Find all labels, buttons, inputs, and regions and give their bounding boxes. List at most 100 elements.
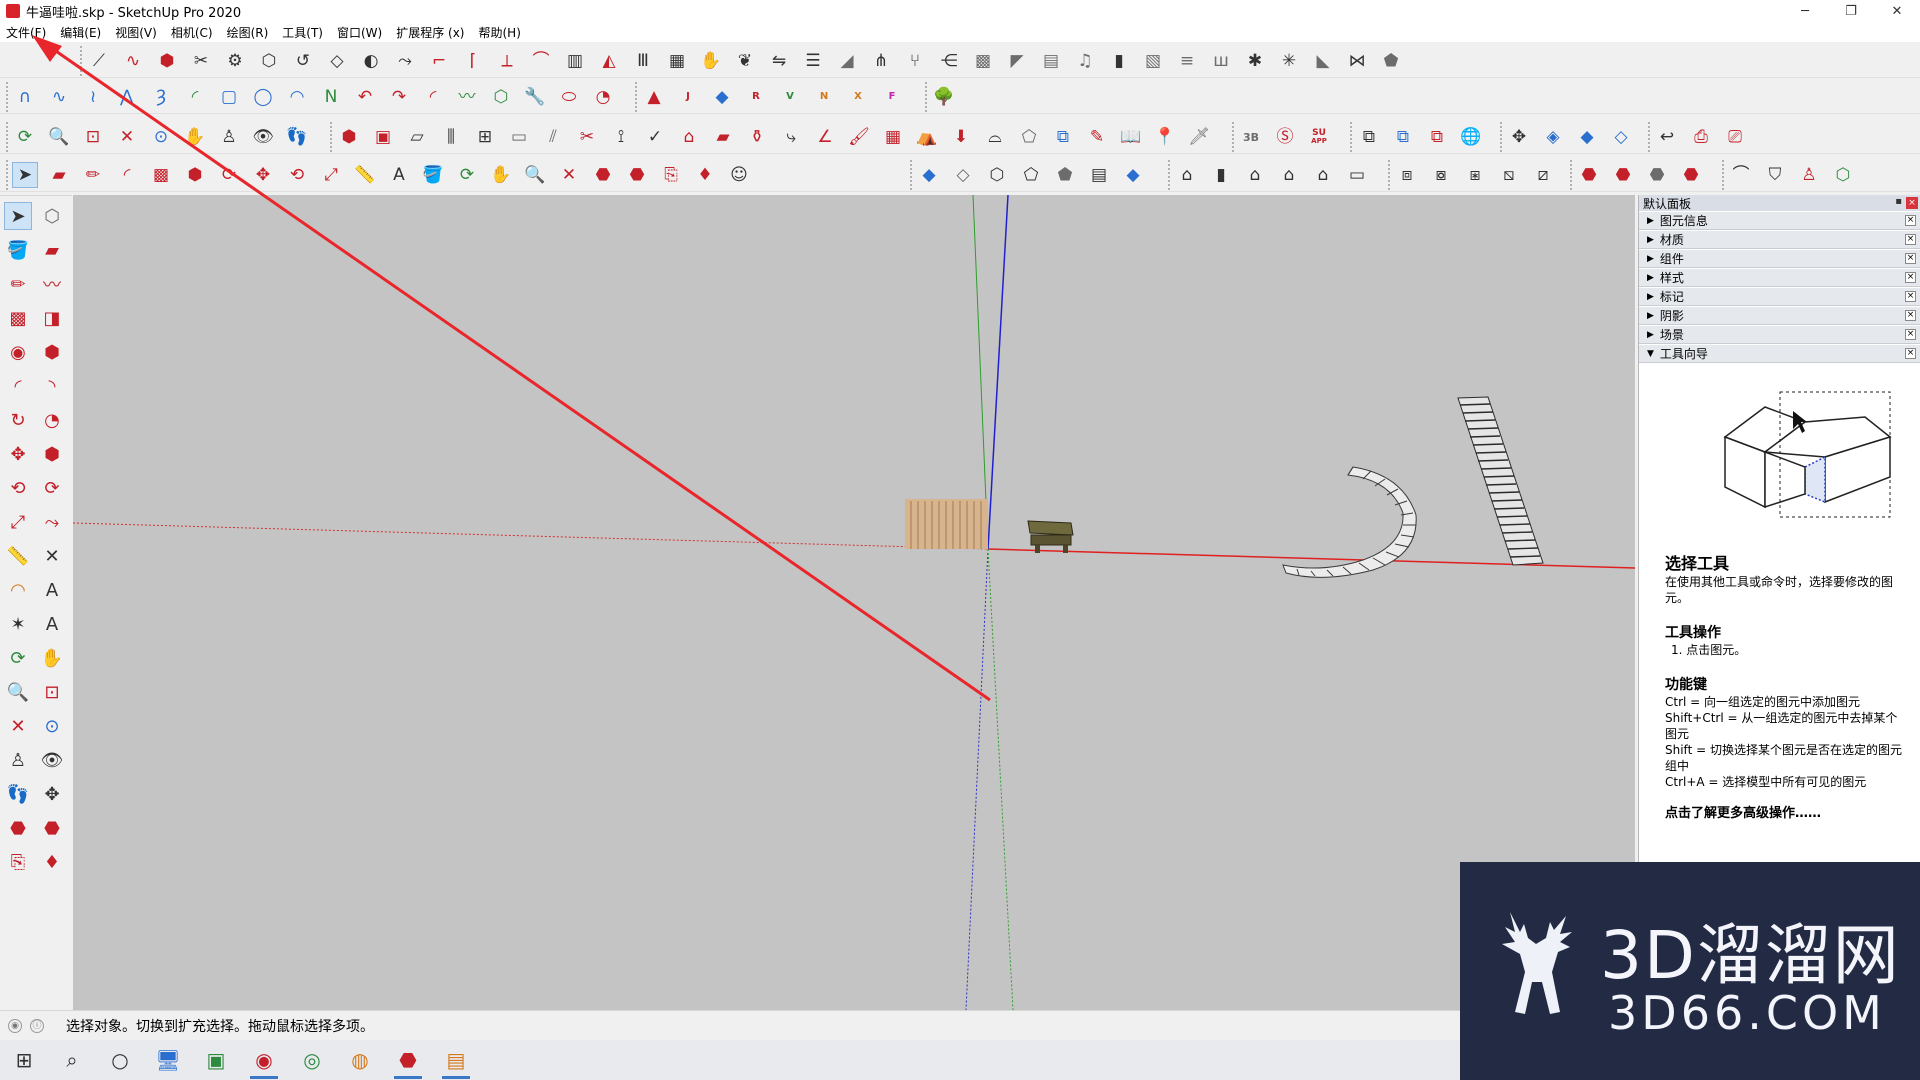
rotate-icon[interactable]: ⟲ xyxy=(284,162,310,188)
panel-materials[interactable]: ▶ 材质 × xyxy=(1639,230,1920,249)
menu-edit[interactable]: 编辑(E) xyxy=(60,24,101,41)
panel-scenes[interactable]: ▶ 场景 × xyxy=(1639,325,1920,344)
arc-left-icon[interactable]: ◜ xyxy=(4,372,32,400)
guide-more-link[interactable]: 点击了解更多高级操作…… xyxy=(1665,806,1902,822)
pan-tool-icon[interactable]: ✋ xyxy=(488,162,514,188)
mesh-icon[interactable]: ▩ xyxy=(970,48,996,74)
bezier-icon[interactable]: ∩ xyxy=(12,84,38,110)
spline-icon[interactable]: ∿ xyxy=(46,84,72,110)
top-view-icon[interactable]: ▮ xyxy=(1208,162,1234,188)
line-tool-icon[interactable]: ✏ xyxy=(4,270,32,298)
search-icon[interactable]: ⌕ xyxy=(48,1040,96,1080)
eraser-left-icon[interactable]: ▰ xyxy=(38,236,66,264)
paint-icon[interactable]: 🖌 xyxy=(846,124,872,150)
music-shape-icon[interactable]: ♫ xyxy=(1072,48,1098,74)
panel-instructor[interactable]: ▼ 工具向导 × xyxy=(1639,344,1920,363)
position-camera-left-icon[interactable]: ♙ xyxy=(4,746,32,774)
flip-icon[interactable]: ⇋ xyxy=(766,48,792,74)
move-axes-icon[interactable]: ✥ xyxy=(1506,124,1532,150)
rectangle-icon[interactable]: ▢ xyxy=(216,84,242,110)
select-arrow-icon[interactable]: ➤ xyxy=(12,162,38,188)
frame-icon[interactable]: ▥ xyxy=(562,48,588,74)
tape-left-icon[interactable]: 📏 xyxy=(4,542,32,570)
gear-shape-icon[interactable]: ⚙ xyxy=(222,48,248,74)
extend-icon[interactable]: ⟂ xyxy=(494,48,520,74)
ramp-icon[interactable]: ◤ xyxy=(1004,48,1030,74)
rectangle-tool-icon[interactable]: ▩ xyxy=(4,304,32,332)
menu-extensions[interactable]: 扩展程序 (x) xyxy=(396,24,464,41)
orbit-tool-icon[interactable]: ⟳ xyxy=(454,162,480,188)
look-around-left-icon[interactable]: 👁 xyxy=(38,746,66,774)
tray-close-icon[interactable]: × xyxy=(1906,197,1918,209)
straight-staircase-model[interactable] xyxy=(1457,396,1544,566)
axis-n-icon[interactable]: N xyxy=(811,84,837,110)
3b-icon[interactable]: 3B xyxy=(1238,124,1264,150)
zoom-window-left-icon[interactable]: ⊡ xyxy=(38,678,66,706)
axis-x-icon[interactable]: X xyxy=(845,84,871,110)
layers-1-icon[interactable]: ⧉ xyxy=(1356,124,1382,150)
credits-icon[interactable]: ⓘ xyxy=(30,1018,44,1033)
zoom-extents-left-icon[interactable]: ✕ xyxy=(4,712,32,740)
shell-icon[interactable]: ⬠ xyxy=(1016,124,1042,150)
pin-icon[interactable]: ▪ xyxy=(1895,196,1902,207)
wooden-stool-model[interactable] xyxy=(1027,520,1074,553)
freehand-tool-icon[interactable]: 〰 xyxy=(38,270,66,298)
menu-window[interactable]: 窗口(W) xyxy=(337,24,382,41)
radial-icon[interactable]: ✳ xyxy=(1276,48,1302,74)
follow-me-icon[interactable]: ⟳ xyxy=(216,162,242,188)
wireframe-icon[interactable]: ⬡ xyxy=(984,162,1010,188)
globe-icon[interactable]: 🌐 xyxy=(1458,124,1484,150)
dynamic-component-icon[interactable]: ♙ xyxy=(1796,162,1822,188)
curl-icon[interactable]: ↷ xyxy=(386,84,412,110)
text-tool-icon[interactable]: A xyxy=(386,162,412,188)
joint-push-icon[interactable]: ⬢ xyxy=(336,124,362,150)
arc-red-icon[interactable]: ◜ xyxy=(420,84,446,110)
zoom-tool-icon[interactable]: 🔍 xyxy=(522,162,548,188)
outer-shell-icon[interactable]: ⧈ xyxy=(1394,162,1420,188)
columns-icon[interactable]: Ⅲ xyxy=(630,48,656,74)
su-app-icon[interactable]: SU APP xyxy=(1306,124,1332,150)
archive-icon[interactable]: ▤ xyxy=(432,1040,480,1080)
comb-icon[interactable]: ш xyxy=(1208,48,1234,74)
grid-solid-icon[interactable]: ▦ xyxy=(664,48,690,74)
arc-green-icon[interactable]: ◜ xyxy=(182,84,208,110)
restore-button[interactable]: ❐ xyxy=(1828,0,1874,22)
push-pull-left-icon[interactable]: ⬢ xyxy=(38,440,66,468)
rotate-left-icon[interactable]: ⟲ xyxy=(4,474,32,502)
polyline-icon[interactable]: ⟋ xyxy=(86,48,112,74)
monochrome-icon[interactable]: ◆ xyxy=(1120,162,1146,188)
zoom-window-icon[interactable]: ⊡ xyxy=(80,124,106,150)
branch-icon[interactable]: ⑂ xyxy=(902,48,928,74)
view-right-icon[interactable]: ◇ xyxy=(1608,124,1634,150)
subtract-icon[interactable]: ⧅ xyxy=(1496,162,1522,188)
panel-close-icon[interactable]: × xyxy=(1905,253,1916,264)
offset-left-icon[interactable]: ⤳ xyxy=(38,508,66,536)
sweep-icon[interactable]: ↺ xyxy=(290,48,316,74)
fork-icon[interactable]: ⋲ xyxy=(936,48,962,74)
panel-shadows[interactable]: ▶ 阴影 × xyxy=(1639,306,1920,325)
push-up-icon[interactable]: ▲ xyxy=(641,84,667,110)
zigzag-icon[interactable]: Ν xyxy=(318,84,344,110)
move-icon[interactable]: ✥ xyxy=(250,162,276,188)
stack-icon[interactable]: ☰ xyxy=(800,48,826,74)
left-view-icon[interactable]: ▭ xyxy=(1344,162,1370,188)
green-cube-icon[interactable]: ⬡ xyxy=(1830,162,1856,188)
slope-icon[interactable]: ◢ xyxy=(834,48,860,74)
panel-close-icon[interactable]: × xyxy=(1905,234,1916,245)
share-model-icon[interactable]: ⬣ xyxy=(1610,162,1636,188)
triangle-icon[interactable]: ◭ xyxy=(596,48,622,74)
pencil-icon[interactable]: ✏ xyxy=(80,162,106,188)
two-point-arc-icon[interactable]: ◝ xyxy=(38,372,66,400)
three-point-arc-icon[interactable]: ↻ xyxy=(4,406,32,434)
doc-edit-icon[interactable]: ✎ xyxy=(1084,124,1110,150)
leaf-icon[interactable]: ❦ xyxy=(732,48,758,74)
chrome-icon[interactable]: ◉ xyxy=(240,1040,288,1080)
zoom-left-icon[interactable]: 🔍 xyxy=(4,678,32,706)
cube-wire-icon[interactable]: ◇ xyxy=(324,48,350,74)
stripes-icon[interactable]: ⫽ xyxy=(540,124,566,150)
eraser-red-icon[interactable]: ▰ xyxy=(710,124,736,150)
section-plane-icon[interactable]: ✥ xyxy=(38,780,66,808)
3d-warehouse-icon[interactable]: ⬣ xyxy=(1576,162,1602,188)
duplicate-icon[interactable]: ⧉ xyxy=(1050,124,1076,150)
shaded-textures-icon[interactable]: ▤ xyxy=(1086,162,1112,188)
